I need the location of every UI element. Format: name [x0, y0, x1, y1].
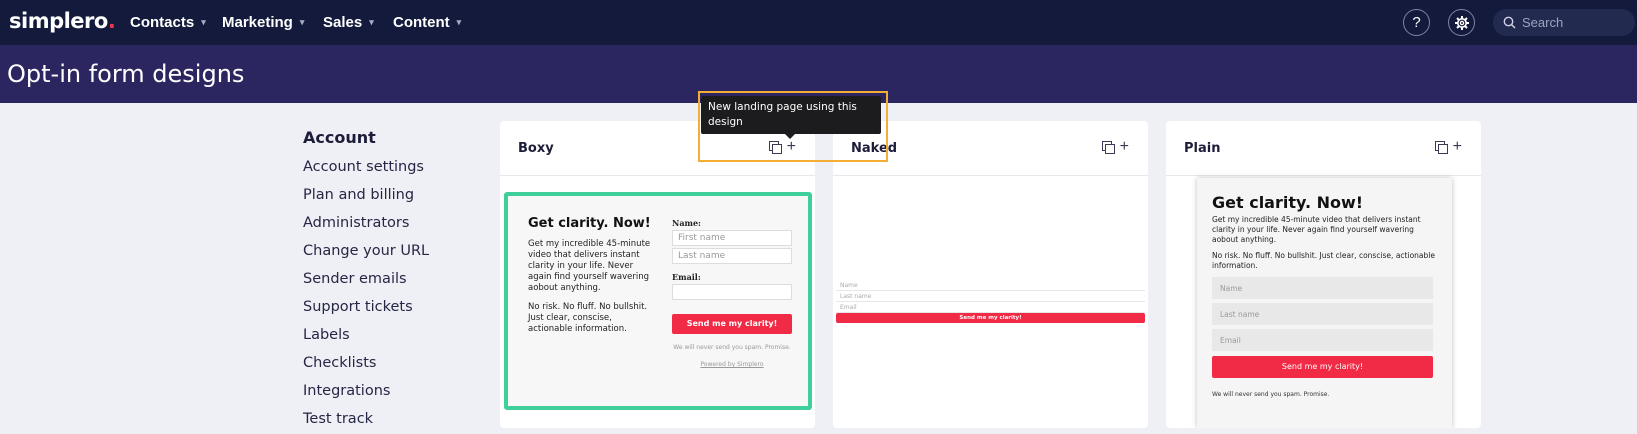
preview-submit-button: Send me my clarity!	[672, 314, 792, 334]
plain-preview[interactable]: Get clarity. Now! Get my incredible 45-m…	[1197, 178, 1452, 428]
boxy-preview[interactable]: Get clarity. Now! Get my incredible 45-m…	[504, 192, 812, 410]
email-field: Email	[836, 303, 1145, 313]
settings-button[interactable]	[1448, 9, 1475, 36]
chevron-down-icon: ▾	[299, 17, 305, 27]
email-label: Email:	[672, 272, 701, 282]
sidebar-item-administrators[interactable]: Administrators	[303, 213, 463, 241]
search-box[interactable]	[1493, 9, 1635, 36]
sidebar-item-test-track[interactable]: Test track	[303, 409, 463, 434]
sidebar-heading: Account	[303, 128, 376, 147]
account-sidebar: Account Account settings Plan and billin…	[303, 128, 463, 434]
email-field	[672, 284, 792, 300]
last-name-field: Last name	[672, 248, 792, 264]
sidebar-item-support-tickets[interactable]: Support tickets	[303, 297, 463, 325]
card-title: Boxy	[518, 140, 554, 156]
name-field: Name	[1212, 277, 1433, 299]
preview-headline: Get clarity. Now!	[1212, 193, 1364, 212]
preview-submit-button: Send me my clarity!	[836, 313, 1145, 323]
sidebar-item-labels[interactable]: Labels	[303, 325, 463, 353]
gear-icon	[1454, 15, 1469, 30]
add-landing-page-icon[interactable]: +	[1120, 139, 1129, 155]
nav-contacts[interactable]: Contacts ▾	[130, 14, 206, 31]
nav-marketing[interactable]: Marketing ▾	[222, 14, 304, 31]
new-landing-page-tooltip: New landing page using this design	[701, 96, 881, 134]
nav-content[interactable]: Content ▾	[393, 14, 461, 31]
sidebar-item-account-settings[interactable]: Account settings	[303, 157, 463, 185]
preview-headline: Get clarity. Now!	[528, 216, 651, 231]
chevron-down-icon: ▾	[456, 17, 462, 27]
search-icon	[1503, 16, 1516, 29]
help-button[interactable]: ?	[1403, 9, 1430, 36]
spam-note: We will never send you spam. Promise.	[673, 344, 791, 351]
last-name-field: Last name	[836, 292, 1145, 302]
design-card-plain: Plain + Get clarity. Now! Get my incredi…	[1166, 121, 1481, 428]
sidebar-item-sender-emails[interactable]: Sender emails	[303, 269, 463, 297]
powered-by-link: Powered by Simplero	[700, 361, 764, 368]
duplicate-icon[interactable]	[1101, 141, 1115, 154]
page-title: Opt-in form designs	[7, 60, 245, 88]
sidebar-item-checklists[interactable]: Checklists	[303, 353, 463, 381]
preview-body: Get my incredible 45-minute video that d…	[528, 239, 651, 293]
card-header: Plain +	[1166, 121, 1481, 176]
preview-body: Get my incredible 45-minute video that d…	[1212, 215, 1421, 244]
chevron-down-icon: ▾	[369, 17, 374, 27]
preview-body-2: No risk. No fluff. No bullshit. Just cle…	[1212, 251, 1435, 270]
design-card-boxy: Boxy + Get clarity. Now! Get my incredib…	[500, 121, 815, 428]
help-icon: ?	[1412, 14, 1421, 31]
search-input[interactable]	[1522, 15, 1622, 30]
duplicate-icon[interactable]	[1434, 141, 1448, 154]
top-nav: simplero. Contacts ▾ Marketing ▾ Sales ▾ Co…	[0, 0, 1637, 45]
chevron-down-icon: ▾	[201, 17, 206, 27]
name-label: Name:	[672, 218, 702, 228]
first-name-field: First name	[672, 230, 792, 246]
card-title: Plain	[1184, 140, 1221, 156]
tooltip-arrow	[785, 134, 795, 139]
sidebar-item-change-url[interactable]: Change your URL	[303, 241, 463, 269]
preview-submit-button: Send me my clarity!	[1212, 356, 1433, 378]
add-landing-page-icon[interactable]: +	[1453, 139, 1462, 155]
sidebar-item-integrations[interactable]: Integrations	[303, 381, 463, 409]
last-name-field: Last name	[1212, 303, 1433, 325]
email-field: Email	[1212, 329, 1433, 351]
nav-sales[interactable]: Sales ▾	[323, 14, 374, 31]
spam-note: We will never send you spam. Promise.	[1212, 391, 1330, 398]
design-card-naked: Naked + Name Last name Email Send me my …	[833, 121, 1148, 428]
sidebar-item-plan-and-billing[interactable]: Plan and billing	[303, 185, 463, 213]
simplero-logo[interactable]: simplero.	[9, 9, 116, 33]
preview-body-2: No risk. No fluff. No bullshit. Just cle…	[528, 302, 648, 334]
name-field: Name	[836, 281, 1145, 291]
